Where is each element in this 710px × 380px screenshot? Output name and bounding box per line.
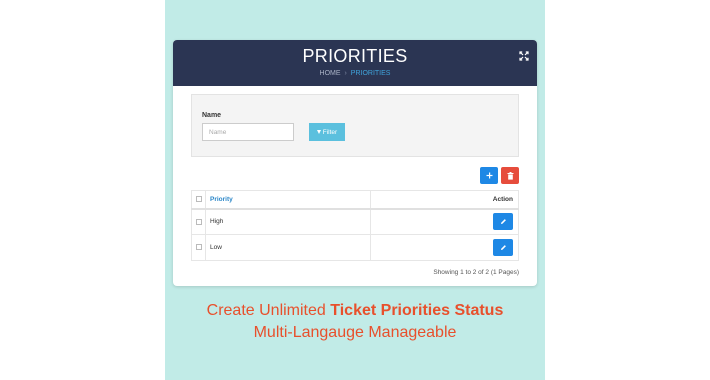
caption-line-1-prefix: Create Unlimited <box>206 302 331 319</box>
pagination-info: Showing 1 to 2 of 2 (1 Pages) <box>433 269 519 276</box>
select-all-cell <box>191 190 206 210</box>
trash-icon <box>507 171 513 180</box>
row-checkbox[interactable] <box>195 218 202 225</box>
table-header-row: Priority Action <box>191 190 519 210</box>
priority-name-cell: High <box>205 208 371 235</box>
select-all-checkbox[interactable] <box>195 196 202 203</box>
name-filter-input[interactable] <box>202 123 294 141</box>
name-filter-label: Name <box>202 112 222 119</box>
filter-button-label: Filter <box>322 128 338 136</box>
action-cell <box>370 208 519 235</box>
edit-button[interactable] <box>493 213 513 231</box>
add-priority-button[interactable] <box>480 167 498 184</box>
breadcrumb-current: PRIORITIES <box>350 70 391 77</box>
table-row: Low <box>191 234 519 261</box>
pencil-icon <box>500 245 506 250</box>
funnel-icon <box>316 130 321 134</box>
plus-icon <box>486 172 492 179</box>
page-title: PRIORITIES <box>302 46 408 66</box>
row-select-cell <box>191 208 206 235</box>
priorities-table: Priority Action High Low <box>191 190 519 261</box>
priority-name-cell: Low <box>205 234 371 261</box>
priorities-card: PRIORITIES HOME › PRIORITIES Name Filter <box>173 40 537 286</box>
action-cell <box>370 234 519 261</box>
caption-line-1-bold: Ticket Priorities Status <box>330 302 504 319</box>
breadcrumb-home-link[interactable]: HOME <box>320 70 341 77</box>
breadcrumb-separator: › <box>344 70 347 77</box>
filter-panel: Name Filter <box>191 94 519 157</box>
row-checkbox[interactable] <box>195 244 202 251</box>
pencil-icon <box>500 219 506 225</box>
table-row: High <box>191 208 519 235</box>
expand-icon[interactable] <box>519 48 529 61</box>
caption-line-1: Create Unlimited Ticket Priorities Statu… <box>165 300 545 322</box>
filter-button[interactable]: Filter <box>309 123 345 141</box>
action-column-header: Action <box>370 190 519 210</box>
edit-button[interactable] <box>493 239 513 256</box>
breadcrumb: HOME › PRIORITIES <box>173 69 537 78</box>
delete-priority-button[interactable] <box>501 167 519 184</box>
page-header: PRIORITIES HOME › PRIORITIES <box>173 40 537 86</box>
row-select-cell <box>191 234 206 261</box>
caption-line-2: Multi-Langauge Manageable <box>253 324 457 341</box>
priority-column-header[interactable]: Priority <box>205 190 371 210</box>
